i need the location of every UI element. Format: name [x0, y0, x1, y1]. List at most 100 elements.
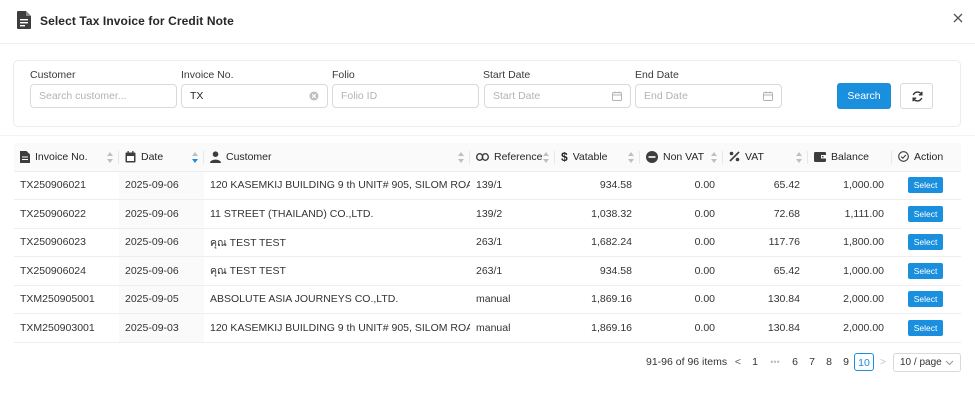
document-icon: [20, 150, 30, 163]
date-cell: 2025-09-06: [119, 228, 204, 257]
action-cell: Select: [892, 313, 961, 343]
refresh-button[interactable]: [900, 83, 933, 109]
page-size-select[interactable]: 10 / page: [893, 353, 961, 372]
end-date-picker[interactable]: End Date: [635, 84, 782, 108]
column-header-customer[interactable]: Customer: [204, 143, 470, 172]
end-date-label: End Date: [635, 69, 679, 81]
folio-label: Folio: [332, 69, 355, 81]
invoice-no-cell: TX250906023: [14, 228, 119, 257]
sort-icon[interactable]: [628, 152, 634, 163]
non-vat-cell: 0.00: [640, 285, 723, 314]
page-6[interactable]: 6: [789, 353, 801, 371]
link-icon: [476, 152, 489, 161]
column-label: Invoice No.: [35, 150, 88, 163]
clear-icon[interactable]: [308, 90, 320, 102]
sort-icon[interactable]: [458, 152, 464, 163]
page-9[interactable]: 9: [840, 353, 852, 371]
column-header-non-vat[interactable]: Non VAT: [640, 143, 723, 172]
table-row[interactable]: TXM250905001 2025-09-05 ABSOLUTE ASIA JO…: [14, 285, 961, 314]
column-label: VAT: [745, 150, 764, 163]
column-header-invoice-no[interactable]: Invoice No.: [14, 143, 119, 172]
column-label: Balance: [831, 150, 869, 163]
table-row[interactable]: TXM250903001 2025-09-03 120 KASEMKIJ BUI…: [14, 313, 961, 343]
folio-placeholder: Folio ID: [341, 90, 378, 102]
prev-page-button[interactable]: <: [733, 353, 743, 371]
select-button[interactable]: Select: [908, 234, 943, 251]
non-vat-cell: 0.00: [640, 199, 723, 229]
dollar-icon: $: [561, 149, 568, 164]
page-7[interactable]: 7: [806, 353, 818, 371]
column-label: Vatable: [572, 150, 608, 163]
balance-cell: 1,000.00: [808, 256, 892, 286]
non-vat-cell: 0.00: [640, 228, 723, 257]
select-button[interactable]: Select: [908, 177, 943, 194]
sort-icon[interactable]: [543, 152, 549, 163]
select-button[interactable]: Select: [908, 262, 943, 279]
table-row[interactable]: TX250906022 2025-09-06 11 STREET (THAILA…: [14, 199, 961, 229]
next-page-button[interactable]: >: [878, 353, 888, 371]
select-button[interactable]: Select: [908, 291, 943, 308]
non-vat-cell: 0.00: [640, 313, 723, 343]
invoice-no-input[interactable]: TX: [181, 84, 328, 108]
page-10-current[interactable]: 10: [854, 353, 874, 371]
vatable-cell: 1,869.16: [555, 313, 640, 343]
reference-cell: 263/1: [470, 256, 555, 286]
balance-cell: 2,000.00: [808, 285, 892, 314]
page-1[interactable]: 1: [749, 353, 761, 371]
sort-icon[interactable]: [711, 152, 717, 163]
vatable-cell: 1,682.24: [555, 228, 640, 257]
customer-cell: คุณ TEST TEST: [204, 228, 470, 257]
page-8[interactable]: 8: [823, 353, 835, 371]
invoice-no-cell: TX250906022: [14, 199, 119, 229]
column-header-reference[interactable]: Reference: [470, 143, 555, 172]
start-date-picker[interactable]: Start Date: [484, 84, 631, 108]
action-cell: Select: [892, 228, 961, 257]
end-date-placeholder: End Date: [644, 90, 688, 102]
percent-icon: [729, 151, 740, 162]
invoice-no-cell: TX250906021: [14, 171, 119, 200]
customer-placeholder: Search customer...: [39, 90, 127, 102]
column-label: Customer: [226, 150, 272, 163]
date-cell: 2025-09-05: [119, 285, 204, 314]
vatable-cell: 1,869.16: [555, 285, 640, 314]
close-icon[interactable]: [950, 10, 966, 26]
customer-cell: 120 KASEMKIJ BUILDING 9 th UNIT# 905, SI…: [204, 171, 470, 200]
select-button[interactable]: Select: [908, 205, 943, 222]
chevron-down-icon: [945, 360, 954, 366]
action-cell: Select: [892, 199, 961, 229]
date-cell: 2025-09-03: [119, 313, 204, 343]
date-cell: 2025-09-06: [119, 171, 204, 200]
column-header-date[interactable]: Date: [119, 143, 204, 172]
customer-label: Customer: [30, 69, 76, 81]
reference-cell: manual: [470, 313, 555, 343]
search-button[interactable]: Search: [837, 83, 891, 109]
table-row[interactable]: TX250906023 2025-09-06 คุณ TEST TEST 263…: [14, 228, 961, 257]
check-circle-icon: [898, 151, 909, 163]
table-row[interactable]: TX250906024 2025-09-06 คุณ TEST TEST 263…: [14, 256, 961, 286]
pagination-ellipsis[interactable]: •••: [766, 353, 784, 371]
balance-cell: 1,800.00: [808, 228, 892, 257]
vat-cell: 130.84: [723, 285, 808, 314]
modal-title: Select Tax Invoice for Credit Note: [40, 14, 234, 28]
sort-icon[interactable]: [796, 152, 802, 163]
column-header-vatable[interactable]: $ Vatable: [555, 143, 640, 172]
balance-cell: 2,000.00: [808, 313, 892, 343]
invoice-no-cell: TX250906024: [14, 256, 119, 286]
vat-cell: 130.84: [723, 313, 808, 343]
start-date-label: Start Date: [483, 69, 531, 81]
column-header-vat[interactable]: VAT: [723, 143, 808, 172]
action-cell: Select: [892, 171, 961, 200]
table-row[interactable]: TX250906021 2025-09-06 120 KASEMKIJ BUIL…: [14, 171, 961, 200]
divider: [0, 135, 975, 136]
column-header-balance[interactable]: Balance: [808, 143, 892, 172]
select-button[interactable]: Select: [908, 319, 943, 336]
sort-icon[interactable]: [192, 152, 198, 163]
date-cell: 2025-09-06: [119, 256, 204, 286]
customer-search-input[interactable]: Search customer...: [30, 84, 177, 108]
reference-cell: 139/1: [470, 171, 555, 200]
sort-icon[interactable]: [107, 152, 113, 163]
folio-input[interactable]: Folio ID: [332, 84, 479, 108]
modal-header: Select Tax Invoice for Credit Note: [0, 0, 975, 44]
column-label: Reference: [494, 150, 543, 163]
calendar-icon: [612, 91, 622, 101]
